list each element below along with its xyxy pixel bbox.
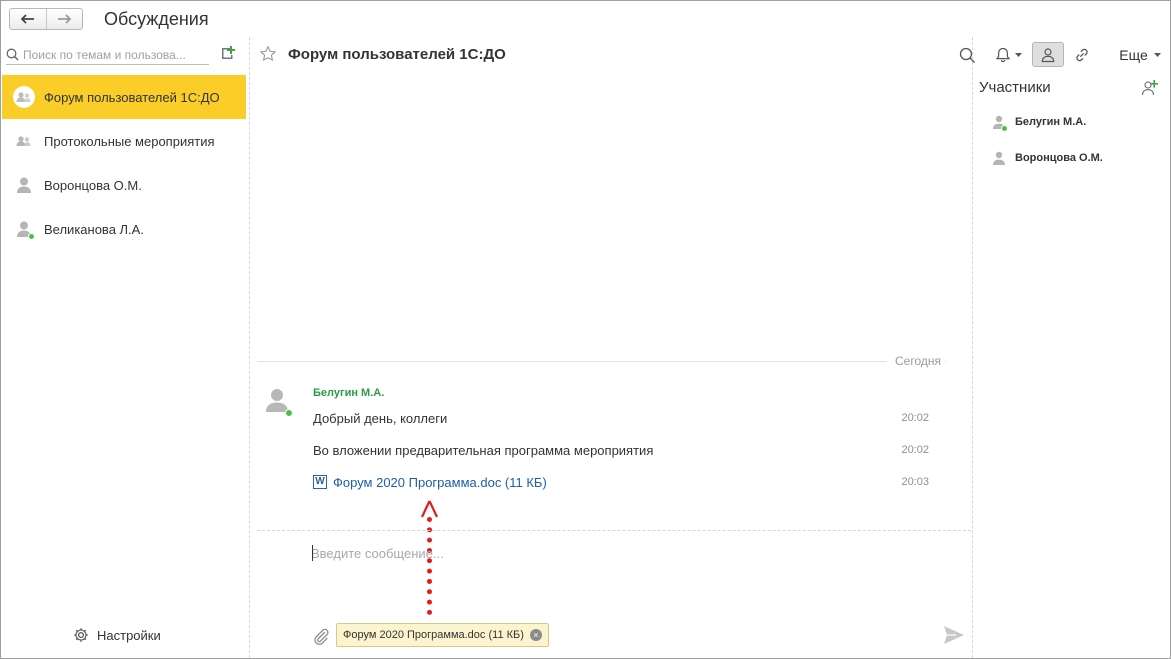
online-indicator-icon: [28, 233, 35, 240]
forward-button[interactable]: [45, 9, 83, 29]
message-row-file: W Форум 2020 Программа.doc (11 КБ) 20:03: [313, 472, 953, 492]
chat-title: Форум пользователей 1С:ДО: [288, 46, 506, 63]
conversation-item-velikanova[interactable]: Великанова Л.А.: [2, 207, 246, 251]
group-avatar: [12, 85, 36, 109]
participants-title: Участники: [979, 79, 1051, 96]
participant-item[interactable]: Воронцова О.М.: [989, 148, 1103, 168]
conversation-label: Великанова Л.А.: [44, 221, 144, 237]
user-icon: [17, 177, 31, 193]
star-icon: [259, 45, 277, 62]
text-caret: [312, 545, 313, 561]
file-link-label: Форум 2020 Программа.doc (11 КБ): [333, 474, 547, 490]
settings-button[interactable]: Настройки: [73, 627, 161, 643]
add-user-icon: [1141, 80, 1158, 96]
participants-pane: Участники Белугин М.А. Воронцова О.М.: [972, 37, 1170, 658]
online-indicator-icon: [1001, 125, 1008, 132]
message-time: 20:02: [901, 444, 929, 456]
user-avatar: [989, 112, 1009, 132]
title-bar: Обсуждения: [1, 1, 1170, 37]
day-separator: [257, 361, 947, 362]
online-indicator-icon: [285, 409, 293, 417]
attach-file-button[interactable]: [313, 627, 329, 648]
search-input[interactable]: [23, 47, 203, 62]
chat-header: Форум пользователей 1С:ДО Еще: [251, 37, 1161, 73]
new-topic-button[interactable]: [219, 45, 237, 63]
conversations-pane: Форум пользователей 1С:ДО Протокольные м…: [1, 37, 250, 658]
conversation-item-vorontsova[interactable]: Воронцова О.М.: [2, 163, 246, 207]
remove-attachment-button[interactable]: ×: [529, 629, 542, 641]
settings-label: Настройки: [97, 627, 161, 643]
conversation-label: Воронцова О.М.: [44, 177, 142, 193]
add-participant-button[interactable]: [1141, 79, 1159, 100]
participant-name: Воронцова О.М.: [1015, 152, 1103, 164]
word-document-icon: W: [313, 475, 327, 489]
search-icon: [6, 48, 19, 61]
send-icon: [944, 626, 964, 644]
user-avatar: [989, 148, 1009, 168]
conversation-item-protocol-events[interactable]: Протокольные мероприятия: [2, 119, 246, 163]
user-avatar: [12, 217, 36, 241]
group-icon: [16, 136, 31, 146]
conversation-label: Протокольные мероприятия: [44, 133, 215, 149]
message-text: Добрый день, коллеги: [313, 410, 448, 426]
message-time: 20:02: [901, 412, 929, 424]
conversation-item-forum[interactable]: Форум пользователей 1С:ДО: [2, 75, 246, 119]
page-title: Обсуждения: [104, 9, 209, 29]
participant-name: Белугин М.А.: [1015, 116, 1087, 128]
history-nav: [9, 8, 83, 30]
file-attachment-link[interactable]: W Форум 2020 Программа.doc (11 КБ): [313, 475, 547, 490]
message-row: Во вложении предварительная программа ме…: [313, 440, 953, 460]
attachment-chip[interactable]: Форум 2020 Программа.doc (11 КБ) ×: [336, 623, 549, 647]
annotation-arrow-head-icon: [421, 500, 438, 518]
search-box: [6, 45, 209, 65]
paperclip-icon: [314, 628, 329, 645]
input-separator: [257, 530, 971, 531]
user-avatar: [12, 173, 36, 197]
message-input[interactable]: [311, 542, 951, 564]
annotation-arrow-shaft: [427, 517, 432, 615]
group-avatar: [12, 129, 36, 153]
message-time: 20:03: [901, 476, 929, 488]
group-icon: [13, 86, 35, 108]
message-text: Во вложении предварительная программа ме…: [313, 442, 654, 458]
gear-icon: [74, 628, 88, 642]
conversation-label: Форум пользователей 1С:ДО: [44, 89, 220, 105]
message-author-avatar: [261, 385, 293, 417]
arrow-right-icon: [58, 14, 72, 24]
new-chat-icon: [222, 46, 235, 59]
user-icon: [993, 151, 1005, 165]
send-button[interactable]: [943, 625, 965, 648]
chat-pane: Форум пользователей 1С:ДО Еще Сегодня Бе…: [251, 37, 1161, 658]
conversation-list: Форум пользователей 1С:ДО Протокольные м…: [2, 75, 246, 251]
back-button[interactable]: [10, 9, 46, 29]
arrow-left-icon: [20, 14, 34, 24]
day-label: Сегодня: [887, 354, 945, 368]
message-author: Белугин М.А.: [313, 387, 385, 399]
attachment-chip-label: Форум 2020 Программа.doc (11 КБ): [343, 629, 524, 641]
participant-item[interactable]: Белугин М.А.: [989, 112, 1086, 132]
message-row: Добрый день, коллеги 20:02: [313, 408, 953, 428]
favorite-button[interactable]: [259, 45, 277, 66]
